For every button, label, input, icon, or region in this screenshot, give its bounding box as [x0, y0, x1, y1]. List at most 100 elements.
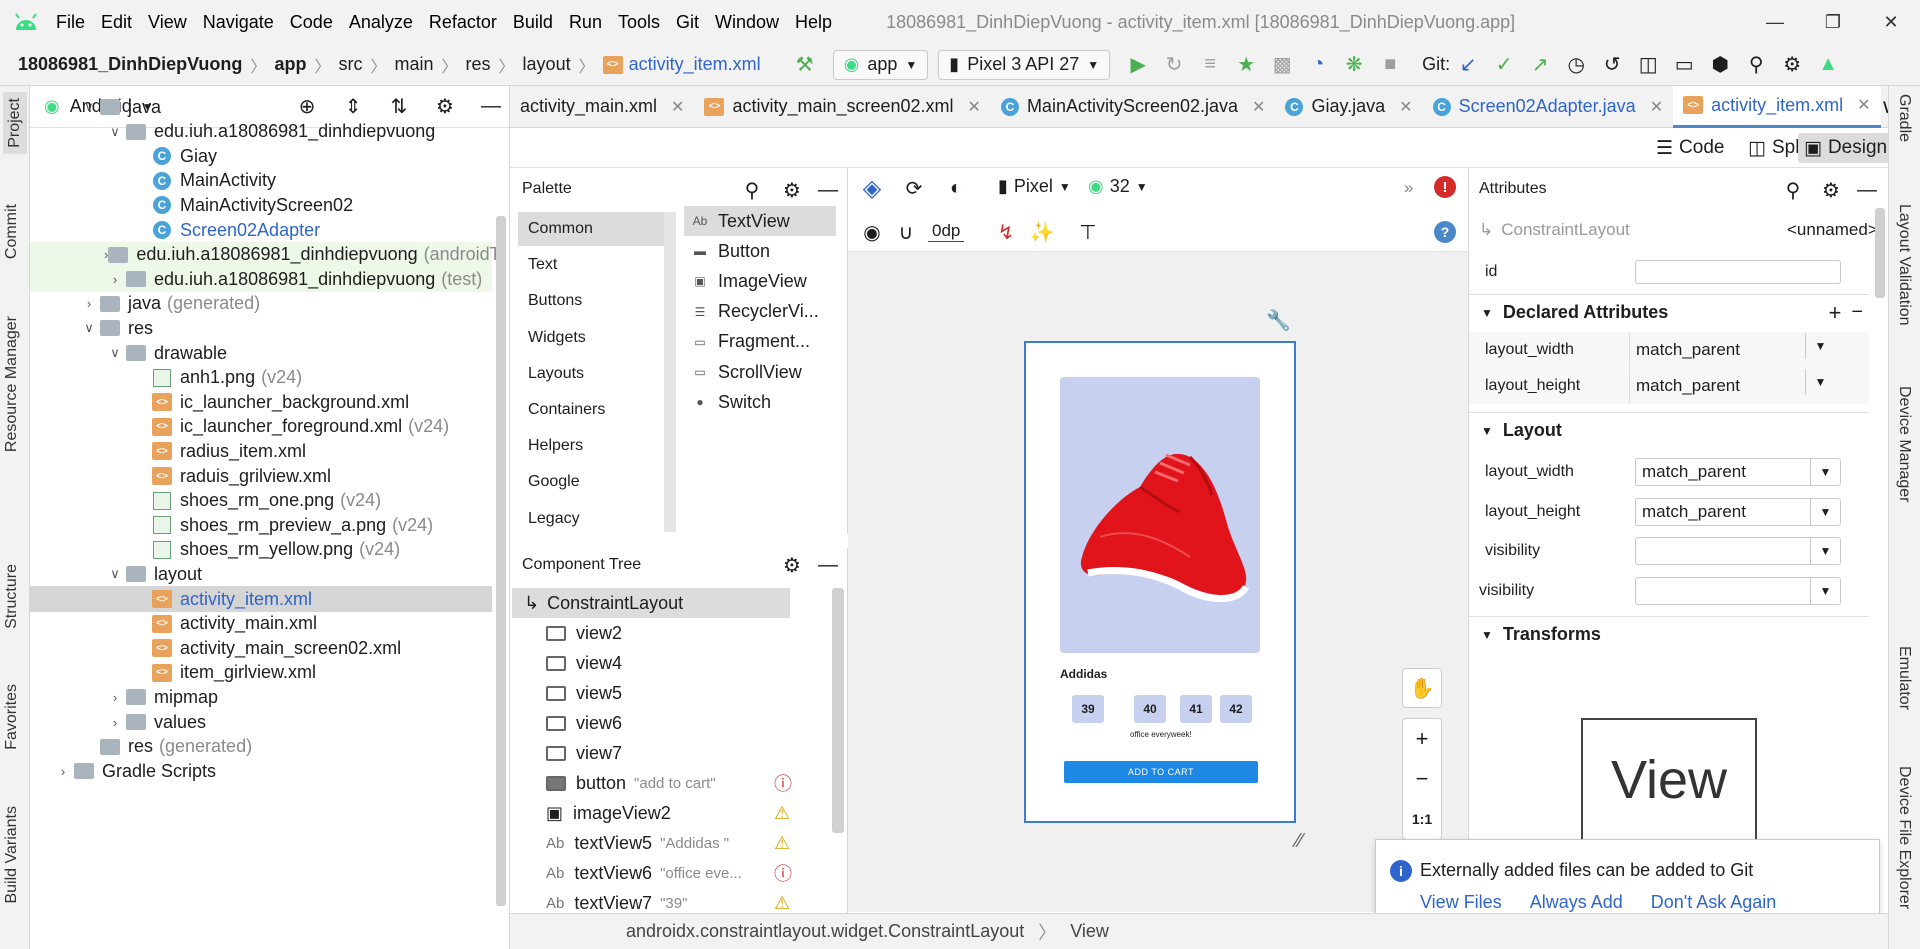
minimize-button[interactable]: —: [1746, 0, 1804, 44]
tab-resource-manager[interactable]: Resource Manager: [3, 316, 21, 452]
chevron-down-icon[interactable]: ▼: [1805, 333, 1835, 359]
menu-item-build[interactable]: Build: [505, 0, 561, 44]
component-tree-row[interactable]: button "add to cart" ⓘ: [546, 768, 796, 798]
layout-section[interactable]: ▼ Layout: [1469, 412, 1869, 448]
palette-category-containers[interactable]: Containers: [518, 393, 668, 427]
editor-tab[interactable]: C Screen02Adapter.java ✕: [1423, 86, 1674, 128]
close-icon[interactable]: ✕: [1399, 97, 1412, 117]
tree-row[interactable]: shoes_rm_preview_a.png (v24): [30, 512, 492, 538]
tree-row[interactable]: ∨ edu.iuh.a18086981_dinhdiepvuong: [30, 119, 492, 145]
git-commit-icon[interactable]: ✓: [1486, 47, 1522, 83]
tree-row[interactable]: › values: [30, 709, 492, 735]
close-icon[interactable]: ✕: [671, 97, 684, 117]
profile-icon[interactable]: ◔: [1300, 47, 1336, 83]
menu-item-analyze[interactable]: Analyze: [341, 0, 421, 44]
component-tree-row[interactable]: Ab textView5 "Addidas " ⚠: [546, 828, 796, 858]
breadcrumb-res[interactable]: res: [466, 54, 491, 75]
chevron-down-icon[interactable]: ∨: [104, 345, 126, 361]
settings-gear-icon[interactable]: ⚙: [1774, 47, 1810, 83]
sdk-manager-icon[interactable]: ⬢: [1702, 47, 1738, 83]
gear-icon[interactable]: ⚙: [774, 547, 810, 583]
tab-gradle[interactable]: Gradle: [1895, 94, 1913, 142]
zoom-out-icon[interactable]: −: [1403, 759, 1441, 799]
tree-row[interactable]: C MainActivity: [30, 168, 492, 194]
tree-row[interactable]: ∨ drawable: [30, 340, 492, 366]
tree-row[interactable]: res (generated): [30, 734, 492, 760]
git-update-icon[interactable]: ↙: [1450, 47, 1486, 83]
tree-row[interactable]: <> activity_item.xml: [30, 586, 492, 612]
chevron-down-icon[interactable]: ∨: [78, 99, 100, 115]
component-tree-row[interactable]: view5: [546, 678, 796, 708]
menu-item-git[interactable]: Git: [668, 0, 707, 44]
chevron-down-icon[interactable]: ▼: [1805, 369, 1835, 395]
component-tree-row[interactable]: view2: [546, 618, 796, 648]
palette-item[interactable]: ▣ ImageView: [690, 266, 806, 296]
infer-constraints-icon[interactable]: ✨: [1024, 214, 1060, 250]
palette-category-widgets[interactable]: Widgets: [518, 321, 668, 355]
status-leaf[interactable]: View: [1070, 921, 1109, 942]
component-tree-row[interactable]: view6: [546, 708, 796, 738]
android-assistant-icon[interactable]: ▲: [1810, 47, 1846, 83]
view-files-link[interactable]: View Files: [1420, 892, 1502, 913]
error-indicator-icon[interactable]: !: [1434, 176, 1456, 198]
chevron-right-icon[interactable]: ›: [104, 690, 126, 705]
menu-item-window[interactable]: Window: [707, 0, 787, 44]
tree-row[interactable]: <> ic_launcher_foreground.xml (v24): [30, 414, 492, 440]
device-manager-icon[interactable]: ▭: [1666, 47, 1702, 83]
night-mode-icon[interactable]: ◐: [938, 170, 974, 206]
tree-row[interactable]: <> item_girlview.xml: [30, 660, 492, 686]
search-icon[interactable]: ⚲: [734, 172, 770, 208]
menu-item-file[interactable]: File: [48, 0, 93, 44]
wrench-icon[interactable]: 🔧: [1266, 308, 1291, 333]
hide-panel-icon[interactable]: —: [1849, 172, 1885, 208]
chevron-down-icon[interactable]: ▼: [1810, 538, 1840, 564]
chevron-down-icon[interactable]: ▼: [1810, 459, 1840, 485]
tree-row[interactable]: C Giay: [30, 143, 492, 169]
tree-row[interactable]: <> activity_main.xml: [30, 611, 492, 637]
component-tree-row[interactable]: ▣ imageView2 ⚠: [546, 798, 796, 828]
menu-item-view[interactable]: View: [140, 0, 195, 44]
tab-build-variants[interactable]: Build Variants: [3, 806, 21, 904]
search-icon[interactable]: ⚲: [1738, 47, 1774, 83]
rollback-icon[interactable]: ↺: [1594, 47, 1630, 83]
tab-layout-validation[interactable]: Layout Validation: [1895, 204, 1913, 326]
tree-row[interactable]: <> activity_main_screen02.xml: [30, 635, 492, 661]
clear-constraints-icon[interactable]: ↯: [988, 214, 1024, 250]
apply-code-changes-icon[interactable]: ≡: [1192, 47, 1228, 83]
eye-icon[interactable]: ◉: [854, 214, 890, 250]
search-icon[interactable]: ⚲: [1775, 172, 1811, 208]
close-window-button[interactable]: ✕: [1862, 0, 1920, 44]
palette-item[interactable]: ▭ Fragment...: [690, 327, 810, 357]
design-mode-button[interactable]: ▣ Design: [1798, 133, 1894, 163]
tree-row[interactable]: › java (generated): [30, 291, 492, 317]
editor-tab[interactable]: C MainActivityScreen02.java ✕: [991, 86, 1276, 128]
attribute-value-field[interactable]: match_parent ▼: [1629, 369, 1835, 403]
tree-root-row[interactable]: ↳ ConstraintLayout: [512, 588, 790, 618]
breadcrumb-project[interactable]: 18086981_DinhDiepVuong: [18, 54, 242, 75]
palette-category-legacy[interactable]: Legacy: [518, 502, 668, 536]
git-push-icon[interactable]: ↗: [1522, 47, 1558, 83]
palette-item[interactable]: ▭ ScrollView: [690, 357, 801, 387]
tree-row[interactable]: <> ic_launcher_background.xml: [30, 389, 492, 415]
attribute-value-field[interactable]: ▼: [1635, 576, 1841, 605]
editor-tab[interactable]: <> activity_main_screen02.xml ✕: [694, 86, 991, 128]
error-icon[interactable]: ⓘ: [774, 770, 792, 796]
chevron-right-icon[interactable]: ›: [78, 296, 100, 311]
resize-handle-icon[interactable]: ∕∕: [1296, 830, 1303, 853]
overflow-icon[interactable]: »: [1404, 178, 1413, 198]
palette-item[interactable]: ▬ Button: [690, 236, 770, 266]
breadcrumb-src[interactable]: src: [338, 54, 362, 75]
tree-row[interactable]: ∨ layout: [30, 561, 492, 587]
tree-row[interactable]: shoes_rm_one.png (v24): [30, 488, 492, 514]
zoom-in-icon[interactable]: +: [1403, 719, 1441, 759]
attributes-scrollbar[interactable]: [1875, 208, 1885, 298]
size-option[interactable]: 40: [1134, 695, 1166, 723]
avd-manager-icon[interactable]: ◫: [1630, 47, 1666, 83]
palette-category-text[interactable]: Text: [518, 248, 668, 282]
breadcrumb-app[interactable]: app: [274, 54, 306, 75]
hide-panel-icon[interactable]: —: [810, 172, 846, 208]
history-icon[interactable]: ◷: [1558, 47, 1594, 83]
chevron-down-icon[interactable]: ∨: [104, 566, 126, 582]
attribute-value-field[interactable]: match_parent ▼: [1629, 333, 1835, 367]
debug-icon[interactable]: ★: [1228, 47, 1264, 83]
